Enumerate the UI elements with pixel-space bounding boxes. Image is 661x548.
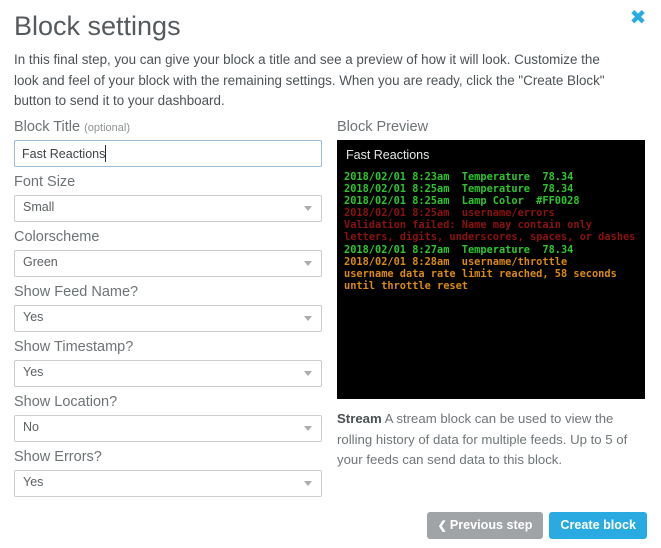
- close-icon[interactable]: ✖: [627, 6, 649, 28]
- show-timestamp-value: Yes: [23, 365, 44, 379]
- show-errors-label: Show Errors?: [14, 449, 102, 465]
- block-description-title: Stream: [337, 411, 382, 426]
- chevron-down-icon: [304, 261, 312, 266]
- show-errors-select[interactable]: Yes: [14, 470, 322, 497]
- stream-line-warning: until throttle reset: [344, 279, 468, 292]
- block-title-input[interactable]: [14, 140, 322, 167]
- colorscheme-select[interactable]: Green: [14, 250, 322, 277]
- preview-block-title: Fast Reactions: [346, 148, 430, 162]
- show-feed-name-select[interactable]: Yes: [14, 305, 322, 332]
- font-size-value: Small: [23, 200, 55, 214]
- block-settings-modal: ✖ Block settings In this final step, you…: [0, 0, 661, 548]
- block-title-input-wrap: [14, 140, 322, 167]
- previous-step-button[interactable]: ❮ Previous step: [426, 512, 544, 539]
- stream-line-data: 2018/02/01 8:23am Temperature 78.34: [344, 171, 574, 183]
- show-timestamp-label: Show Timestamp?: [14, 339, 134, 355]
- stream-line-error: Validation failed: Name may contain only: [344, 219, 592, 232]
- show-errors-value: Yes: [23, 475, 44, 489]
- show-feed-name-value: Yes: [23, 310, 44, 324]
- show-timestamp-select[interactable]: Yes: [14, 360, 322, 387]
- chevron-down-icon: [304, 316, 312, 321]
- text-caret: [105, 145, 106, 162]
- stream-preview: Fast Reactions 2018/02/01 8:23am Tempera…: [337, 140, 645, 399]
- show-feed-name-label: Show Feed Name?: [14, 284, 139, 300]
- colorscheme-value: Green: [23, 255, 58, 269]
- chevron-down-icon: [304, 481, 312, 486]
- chevron-left-icon: ❮: [437, 520, 447, 532]
- stream-line-data: 2018/02/01 8:25am Lamp Color #FF0028: [344, 195, 580, 208]
- stream-line-warning: username data rate limit reached, 58 sec…: [344, 267, 617, 280]
- block-title-optional-note: (optional): [84, 122, 130, 134]
- previous-step-label: Previous step: [449, 518, 533, 532]
- colorscheme-label: Colorscheme: [14, 229, 100, 245]
- font-size-select[interactable]: Small: [14, 195, 322, 222]
- chevron-down-icon: [304, 426, 312, 431]
- preview-panel: Block Preview Fast Reactions 2018/02/01 …: [337, 112, 647, 471]
- stream-line-warning: 2018/02/01 8:28am username/throttle: [344, 255, 568, 268]
- modal-footer: ❮ Previous step Create block: [0, 512, 661, 548]
- stream-line-error: letters, digits, underscores, spaces, or…: [344, 231, 636, 244]
- font-size-label: Font Size: [14, 174, 76, 190]
- show-location-select[interactable]: No: [14, 415, 322, 442]
- chevron-down-icon: [304, 371, 312, 376]
- create-block-button[interactable]: Create block: [549, 512, 647, 539]
- stream-line-data: 2018/02/01 8:25am Temperature 78.34: [344, 183, 574, 196]
- show-location-value: No: [23, 420, 39, 434]
- block-title-label: Block Title (optional): [14, 112, 322, 135]
- chevron-down-icon: [304, 206, 312, 211]
- block-title-label-text: Block Title: [14, 119, 81, 135]
- settings-form: Block Title (optional) Font Size Small C…: [14, 112, 322, 497]
- stream-lines: 2018/02/01 8:23am Temperature 78.34 2018/…: [344, 171, 639, 292]
- intro-text: In this final step, you can give your bl…: [14, 52, 605, 108]
- page-title: Block settings: [14, 11, 181, 41]
- stream-line-data: 2018/02/01 8:27am Temperature 78.34: [344, 243, 574, 256]
- block-preview-label: Block Preview: [337, 119, 429, 135]
- block-description: Stream A stream block can be used to vie…: [337, 399, 649, 471]
- show-location-label: Show Location?: [14, 394, 118, 410]
- stream-line-error: 2018/02/01 8:25am username/errors: [344, 207, 555, 220]
